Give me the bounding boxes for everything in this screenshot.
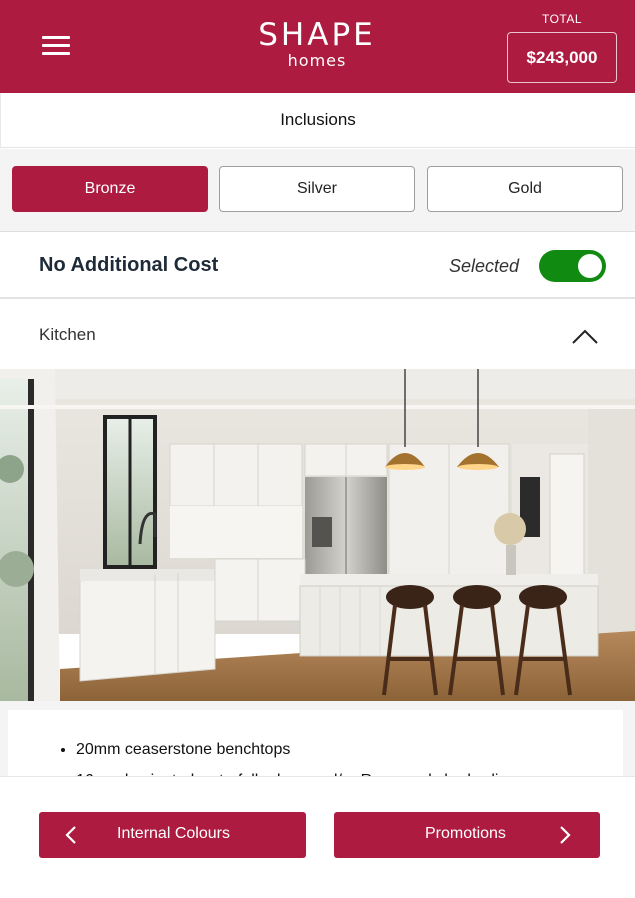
package-row: No Additional Cost Selected (0, 233, 635, 299)
inclusions-list: 20mm ceaserstone benchtops 16mm laminate… (76, 734, 516, 776)
brand-logo-main: SHAPE (258, 17, 376, 53)
package-title: No Additional Cost (39, 254, 219, 276)
prev-button-internal-colours[interactable]: Internal Colours (39, 812, 306, 858)
footer-nav: Internal Colours Promotions (0, 776, 635, 898)
selected-status-label: Selected (449, 256, 520, 276)
kitchen-photo (0, 369, 635, 701)
chevron-left-icon (65, 826, 76, 844)
selected-toggle[interactable] (539, 250, 606, 282)
total-label: TOTAL (541, 12, 583, 26)
inclusions-list-area: 20mm ceaserstone benchtops 16mm laminate… (0, 701, 635, 776)
accordion-label: Kitchen (39, 325, 96, 344)
list-item: 16mm laminated waterfall edges and/or Re… (76, 765, 516, 776)
chevron-right-icon (560, 826, 571, 844)
inclusions-card: 20mm ceaserstone benchtops 16mm laminate… (8, 710, 623, 776)
next-button-label: Promotions (425, 825, 506, 842)
app-header: SHAPE homes TOTAL $243,000 (0, 0, 635, 93)
hamburger-menu-icon[interactable] (40, 34, 74, 58)
accordion-header-kitchen[interactable]: Kitchen (0, 301, 635, 369)
total-price-badge[interactable]: $243,000 (507, 32, 617, 83)
list-item: 20mm ceaserstone benchtops (76, 734, 516, 765)
tier-button-silver[interactable]: Silver (219, 166, 415, 212)
tier-button-bronze[interactable]: Bronze (12, 166, 208, 212)
next-button-promotions[interactable]: Promotions (334, 812, 600, 858)
section-title: Inclusions (0, 93, 635, 148)
tier-button-gold[interactable]: Gold (427, 166, 623, 212)
brand-logo-sub: homes (287, 51, 347, 70)
prev-button-label: Internal Colours (117, 825, 230, 842)
tier-selector: Bronze Silver Gold (0, 149, 635, 232)
brand-logo[interactable]: SHAPE homes (217, 16, 417, 70)
toggle-knob (578, 254, 602, 278)
chevron-up-icon[interactable] (571, 327, 599, 345)
